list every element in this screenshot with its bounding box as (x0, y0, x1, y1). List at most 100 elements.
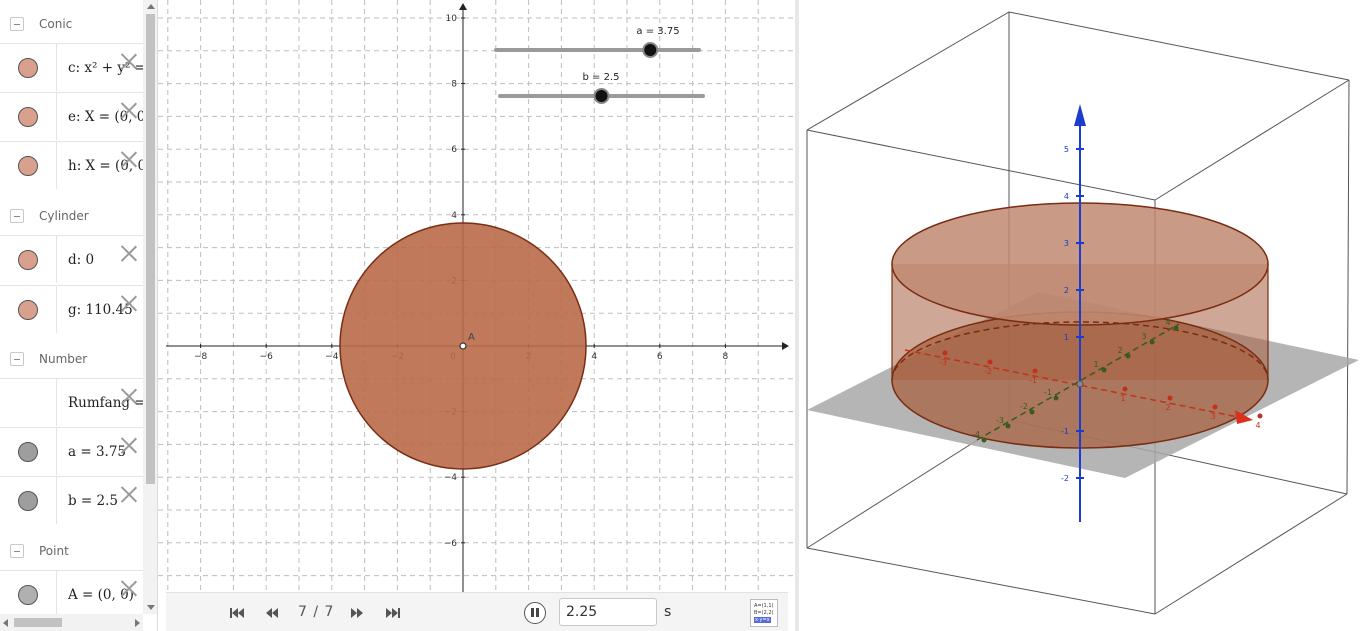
delete-icon[interactable] (120, 52, 138, 70)
x-tick-mark (1167, 395, 1173, 401)
scroll-right-icon[interactable] (135, 619, 140, 627)
collapse-icon[interactable] (10, 543, 24, 558)
visibility-marble[interactable] (18, 441, 38, 462)
algebra-item-d[interactable]: d: 0 (0, 235, 143, 283)
scroll-thumb[interactable] (14, 618, 62, 627)
x-tick-label-3d: 4 (1255, 421, 1260, 430)
algebra-item-c[interactable]: c: x² + y² = (0, 43, 143, 91)
y-tick-label: 4 (451, 211, 457, 221)
slider-b-label: b = 2.5 (583, 72, 620, 83)
z-tick-label: -2 (1061, 474, 1069, 483)
step-counter: 7 / 7 (298, 604, 335, 620)
graphics-2d-canvas[interactable]: −8−6−4−202468 108642−2−4−6 A a = 3.75 b … (158, 0, 795, 592)
slider-b[interactable]: b = 2.5 (498, 72, 705, 104)
y-tick-label-3d: -1 (1044, 388, 1052, 397)
y-tick-mark (1029, 409, 1035, 415)
delete-icon[interactable] (120, 244, 138, 262)
y-tick-label: 10 (446, 14, 458, 24)
group-header-point[interactable]: Point (0, 527, 143, 574)
algebra-item-g[interactable]: g: 110.45 (0, 285, 143, 333)
visibility-marble[interactable] (18, 490, 38, 511)
visibility-marble[interactable] (18, 155, 38, 176)
point-A[interactable] (459, 342, 467, 350)
x-tick-mark (1122, 386, 1128, 392)
x-tick-mark (1212, 404, 1218, 410)
collapse-icon[interactable] (10, 351, 24, 366)
group-header-number[interactable]: Number (0, 335, 143, 382)
scroll-down-icon[interactable] (147, 605, 155, 610)
speed-unit: s (664, 604, 672, 620)
group-label: Number (39, 351, 88, 366)
group-header-conic[interactable]: Conic (0, 0, 143, 47)
delete-icon[interactable] (120, 436, 138, 454)
horizontal-scrollbar[interactable] (0, 614, 143, 631)
collapse-icon[interactable] (10, 208, 24, 223)
skip-end-icon[interactable] (382, 603, 404, 623)
delete-icon[interactable] (120, 101, 138, 119)
collapse-icon[interactable] (10, 16, 24, 31)
visibility-marble[interactable] (18, 299, 38, 320)
step-back-icon[interactable] (261, 603, 283, 623)
slider-a[interactable]: a = 3.75 (494, 26, 701, 58)
animation-speed-input[interactable] (559, 598, 657, 626)
x-tick-mark (1032, 368, 1038, 374)
x-tick-label-3d: 2 (1165, 403, 1170, 412)
slider-a-label: a = 3.75 (636, 26, 679, 37)
graphics-3d-canvas[interactable]: 5 4 3 2 1 -1 -2 -3 -2 -1 1 2 3 4 -4 -3 -2 -1 1 2 3 4 (799, 0, 1366, 631)
x-tick-label-3d: -2 (984, 367, 992, 376)
delete-icon[interactable] (120, 485, 138, 503)
pause-button[interactable] (524, 602, 546, 624)
y-tick-label: 8 (451, 80, 457, 90)
x-tick-label-3d: -3 (939, 358, 947, 367)
x-tick-label-3d: -1 (1029, 376, 1037, 385)
graphics-view-2d[interactable]: −8−6−4−202468 108642−2−4−6 A a = 3.75 b … (158, 0, 795, 592)
x-tick-label-3d: 1 (1120, 394, 1125, 403)
slider-a-knob[interactable] (642, 42, 659, 58)
visibility-marble[interactable] (18, 249, 38, 270)
skip-start-icon[interactable] (226, 603, 248, 623)
visibility-marble[interactable] (18, 57, 38, 78)
style-line: A=(1,1) (754, 603, 774, 609)
delete-icon[interactable] (120, 579, 138, 597)
algebra-item-A[interactable]: A = (0, 0) (0, 570, 143, 618)
delete-icon[interactable] (120, 150, 138, 168)
x-tick-label: −4 (325, 352, 339, 362)
visibility-marble[interactable] (18, 584, 38, 605)
x-tick-label: 4 (591, 352, 597, 362)
scroll-left-icon[interactable] (3, 619, 8, 627)
y-tick-mark (1173, 325, 1179, 331)
algebra-item-b[interactable]: b = 2.5 (0, 476, 143, 524)
algebra-item-a[interactable]: a = 3.75 (0, 427, 143, 475)
visibility-marble[interactable] (18, 106, 38, 127)
y-tick-label-3d: 1 (1093, 360, 1098, 369)
slider-b-knob[interactable] (593, 88, 610, 104)
algebra-view: Conic c: x² + y² = e: X = (0, 0, h: X = … (0, 0, 158, 631)
group-label: Point (39, 543, 69, 558)
x-tick-mark (1257, 413, 1263, 419)
scroll-thumb[interactable] (146, 14, 155, 484)
point-A-3d[interactable] (1076, 380, 1084, 388)
y-tick-mark (1101, 367, 1107, 373)
y-tick-label-3d: -2 (1020, 402, 1028, 411)
y-tick-label-3d: -3 (996, 416, 1004, 425)
algebra-item-rumfang[interactable]: Rumfang = 1 (0, 378, 143, 426)
group-header-cylinder[interactable]: Cylinder (0, 192, 143, 239)
style-line: B=(2,2) (754, 610, 774, 616)
algebra-item-e[interactable]: e: X = (0, 0, (0, 92, 143, 140)
group-label: Conic (39, 16, 73, 31)
step-forward-icon[interactable] (346, 603, 368, 623)
y-tick-label: −6 (444, 539, 458, 549)
y-tick-label: −4 (444, 473, 458, 483)
graphics-style-button[interactable]: A=(1,1) B=(2,2) x·y=x (750, 599, 778, 627)
scroll-up-icon[interactable] (147, 4, 155, 9)
x-tick-mark (942, 350, 948, 356)
z-tick-label: 5 (1064, 145, 1069, 154)
y-tick-mark (1149, 339, 1155, 345)
algebra-item-h[interactable]: h: X = (0, 0, (0, 141, 143, 189)
y-tick-label-3d: -4 (972, 430, 980, 439)
x-tick-label: 6 (657, 352, 663, 362)
delete-icon[interactable] (120, 387, 138, 405)
delete-icon[interactable] (120, 294, 138, 312)
graphics-view-3d[interactable]: 5 4 3 2 1 -1 -2 -3 -2 -1 1 2 3 4 -4 -3 -2 -1 1 2 3 4 (799, 0, 1366, 631)
vertical-scrollbar[interactable] (143, 0, 157, 614)
